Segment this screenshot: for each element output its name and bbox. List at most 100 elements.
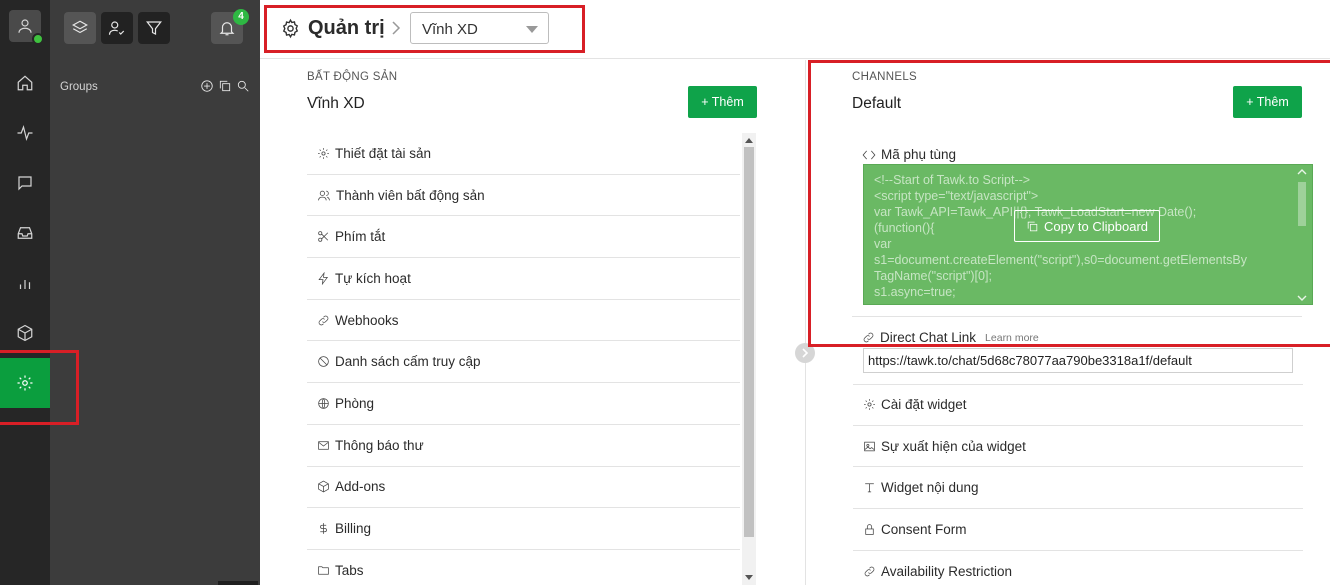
learn-more-link[interactable]: Learn more [985,332,1039,344]
direct-chat-link-label-text: Direct Chat Link [880,330,977,345]
rail-administration[interactable] [0,358,50,408]
divider [852,316,1302,317]
rail-addons[interactable] [0,308,50,358]
menu-item-property-settings[interactable]: Thiết đặt tài sản [307,133,740,175]
scroll-up-arrow-icon[interactable] [1297,168,1307,176]
rail-inbox[interactable] [0,208,50,258]
direct-chat-link-label: Direct Chat Link Learn more [862,330,1039,345]
filter-button[interactable] [138,12,170,44]
menu-item-tabs[interactable]: Tabs [307,550,740,585]
property-panel: BẤT ĐỘNG SẢN Vĩnh XD + Thêm Thiết đặt tà… [260,60,805,585]
bell-icon [219,22,235,36]
user-icon [18,19,32,33]
layers-icon [72,20,88,34]
menu-item-label: Tự kích hoạt [335,270,411,286]
property-menu-scrollbar[interactable] [742,133,756,585]
gear-icon [864,399,875,411]
copy-to-clipboard-button[interactable]: Copy to Clipboard [1014,210,1160,242]
menu-item-widget-settings[interactable]: Cài đặt widget [853,384,1303,426]
menu-item-label: Thông báo thư [335,437,424,453]
menu-item-label: Webhooks [335,312,399,328]
menu-item-webhooks[interactable]: Webhooks [307,300,740,342]
chat-icon [18,176,32,191]
menu-item-billing[interactable]: Billing [307,508,740,550]
scroll-up-arrow-icon[interactable] [745,138,753,143]
menu-item-departments[interactable]: Phòng [307,383,740,425]
copy-to-clipboard-label: Copy to Clipboard [1043,218,1149,234]
notifications-button[interactable]: 4 [211,9,249,44]
scroll-thumb[interactable] [1298,182,1306,226]
page-title: Quản trị [308,17,385,39]
cube-icon [318,480,329,493]
menu-item-mail-notifications[interactable]: Thông báo thư [307,425,740,467]
ban-icon [318,356,329,368]
sidebar-bottom-tab [218,581,258,585]
home-icon [17,75,33,91]
menu-item-ban-list[interactable]: Danh sách cấm truy cập [307,341,740,384]
menu-item-label: Sự xuất hiện của widget [881,438,1026,454]
rail-reporting[interactable] [0,258,50,308]
copy-icon [1027,221,1038,231]
copy-icon[interactable] [218,79,232,93]
globe-icon [318,398,329,409]
add-property-button[interactable]: + Thêm [688,86,757,118]
menu-item-label: Phòng [335,395,375,411]
page-header: Quản trị Vĩnh XD [260,0,1330,59]
link-icon [863,332,874,343]
channel-title: Default [852,95,902,112]
menu-item-label: Tabs [335,562,364,578]
panel-collapse-handle[interactable] [795,343,815,363]
online-status-dot [32,33,44,45]
rail-chats[interactable] [0,158,50,208]
property-select-value: Vĩnh XD [422,21,478,38]
text-icon [865,483,874,493]
menu-item-widget-content[interactable]: Widget nội dung [853,467,1303,510]
menu-item-label: Danh sách cấm truy cập [335,354,481,370]
menu-item-label: Cài đặt widget [881,397,967,413]
assigned-to-me-button[interactable] [101,12,133,44]
menu-item-availability-restriction[interactable]: Availability Restriction [853,551,1303,585]
bolt-icon [318,271,329,285]
mail-icon [318,440,329,450]
scroll-down-arrow-icon[interactable] [745,575,753,580]
menu-item-label: Thiết đặt tài sản [335,145,432,161]
menu-item-property-members[interactable]: Thành viên bất động sản [307,175,740,217]
scroll-down-arrow-icon[interactable] [1297,294,1307,302]
bar-chart-icon [19,280,31,289]
cube-icon [17,324,33,342]
code-icon [862,150,876,159]
menu-item-label: Add-ons [335,479,386,495]
layers-button[interactable] [64,12,96,44]
scissors-icon [318,231,329,242]
menu-item-addons[interactable]: Add-ons [307,467,740,509]
inbox-icon [17,227,33,239]
lock-icon [865,524,874,535]
direct-chat-link-input[interactable]: https://tawk.to/chat/5d68c78077aa790be33… [863,348,1293,373]
property-select[interactable]: Vĩnh XD [410,12,549,44]
link-icon [864,566,875,576]
scroll-thumb[interactable] [744,147,754,537]
add-circle-icon[interactable] [200,79,214,93]
menu-item-label: Billing [335,521,372,537]
property-kicker: BẤT ĐỘNG SẢN [307,71,398,83]
menu-item-consent-form[interactable]: Consent Form [853,509,1303,551]
gear-icon [318,147,329,159]
chevron-right-icon [802,348,809,358]
user-check-icon [108,21,125,35]
menu-item-label: Consent Form [881,521,967,537]
menu-item-triggers[interactable]: Tự kích hoạt [307,258,740,300]
user-avatar[interactable] [9,10,44,45]
menu-item-shortcuts[interactable]: Phím tắt [307,216,740,259]
link-icon [318,315,329,325]
rail-home[interactable] [0,58,50,108]
add-channel-button[interactable]: + Thêm [1233,86,1302,118]
menu-item-label: Widget nội dung [881,480,979,496]
widget-code-scrollbar[interactable] [1296,168,1308,302]
rail-monitoring[interactable] [0,108,50,158]
menu-item-widget-appearance[interactable]: Sự xuất hiện của widget [853,426,1303,468]
menu-item-label: Phím tắt [335,229,386,245]
search-icon[interactable] [236,79,250,93]
folder-icon [318,566,329,575]
channel-menu: Cài đặt widget Sự xuất hiện của widget W… [853,384,1303,585]
groups-label: Groups [60,81,98,93]
